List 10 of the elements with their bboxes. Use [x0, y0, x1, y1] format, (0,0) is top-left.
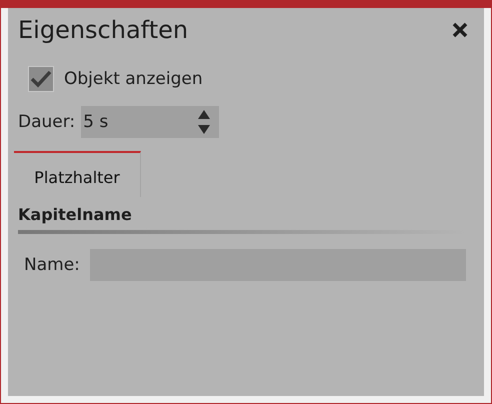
- field-label: Name:: [24, 255, 80, 275]
- panel-title: Eigenschaften: [18, 16, 188, 44]
- checkbox[interactable]: [28, 66, 54, 92]
- spinner-arrows-icon[interactable]: [197, 108, 212, 136]
- duration-label: Dauer:: [18, 112, 76, 132]
- duration-spinner[interactable]: 5 s: [81, 106, 220, 138]
- tab[interactable]: Platzhalter: [14, 151, 141, 197]
- close-button[interactable]: [450, 20, 470, 40]
- section-title: Kapitelname: [18, 205, 133, 224]
- checkbox-label: Objekt anzeigen: [64, 69, 203, 89]
